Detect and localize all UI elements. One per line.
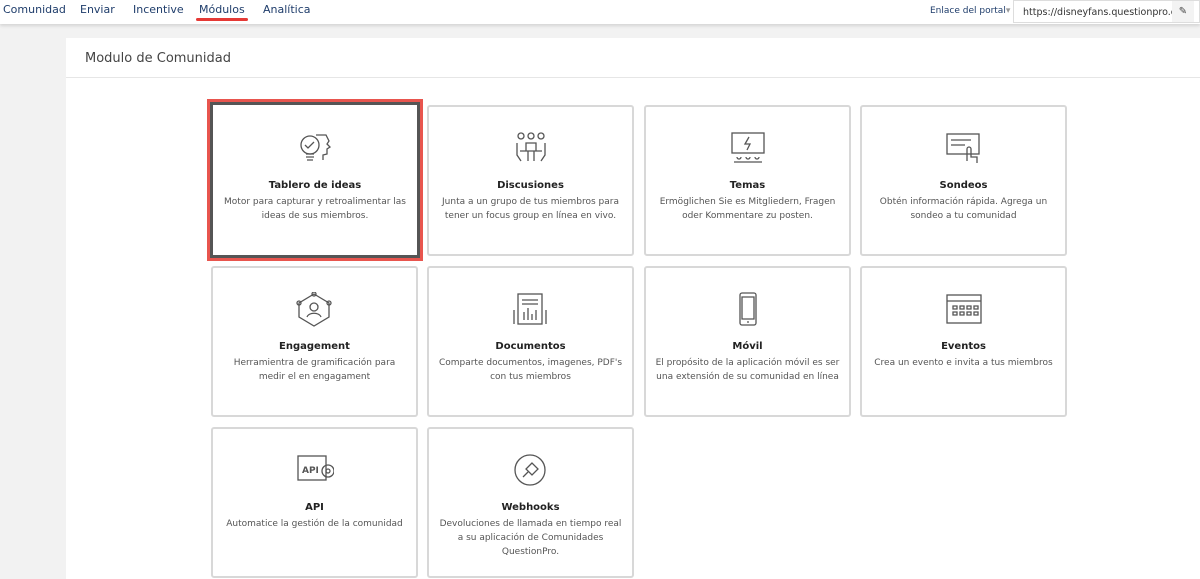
calendar-icon xyxy=(945,294,982,324)
module-card-sondeos[interactable]: Sondeos Obtén información rápida. Agrega… xyxy=(860,105,1067,256)
module-card-webhooks[interactable]: Webhooks Devoluciones de llamada en tiem… xyxy=(427,427,634,578)
nav-comunidad[interactable]: Comunidad xyxy=(3,3,66,16)
api-gear-icon: API xyxy=(296,455,334,481)
module-title: Temas xyxy=(729,180,766,191)
presentation-icon xyxy=(730,132,765,163)
nav-enviar[interactable]: Enviar xyxy=(80,3,115,16)
nav-incentive[interactable]: Incentive xyxy=(133,3,184,16)
module-description: Ermöglichen Sie es Mitgliedern, Fragen o… xyxy=(659,197,836,221)
module-title: Tablero de ideas xyxy=(268,180,362,191)
mobile-icon xyxy=(738,292,757,326)
module-description: Devoluciones de llamada en tiempo real a… xyxy=(439,519,622,557)
module-description: Obtén información rápida. Agrega un sond… xyxy=(879,197,1048,221)
module-card-discusiones[interactable]: Discusiones Junta a un grupo de tus miem… xyxy=(427,105,634,256)
portal-link-dropdown[interactable]: Enlace del portal▾ xyxy=(930,6,1010,16)
module-card-api[interactable]: API API Automatice la gestión de la comu… xyxy=(211,427,418,578)
chevron-down-icon: ▾ xyxy=(1005,6,1011,16)
module-card-engagement[interactable]: Engagement Herramientra de gramificación… xyxy=(211,266,418,417)
portal-url-field[interactable]: https://disneyfans.questionpro.com ✎ xyxy=(1013,0,1200,23)
divider xyxy=(66,77,1200,78)
module-title: Eventos xyxy=(941,341,986,352)
module-description: Automatice la gestión de la comunidad xyxy=(226,519,403,529)
nav-modulos[interactable]: Módulos xyxy=(196,3,248,21)
portal-label: Enlace del portal xyxy=(930,6,1006,16)
nav-analitica[interactable]: Analítica xyxy=(263,3,311,16)
page-title: Modulo de Comunidad xyxy=(85,51,231,66)
poll-click-icon xyxy=(945,133,980,163)
svg-text:API: API xyxy=(302,466,319,476)
module-title: Documentos xyxy=(495,341,566,352)
lightbulb-head-icon xyxy=(300,134,332,161)
module-title: Discusiones xyxy=(497,180,564,191)
meeting-icon xyxy=(515,132,546,162)
module-description: Motor para capturar y retroalimentar las… xyxy=(224,197,406,221)
module-title: Móvil xyxy=(732,341,763,352)
module-description: Comparte documentos, imagenes, PDF's con… xyxy=(438,358,623,382)
module-title: Sondeos xyxy=(939,180,988,191)
plug-icon xyxy=(513,454,546,486)
module-title: Webhooks xyxy=(501,502,560,513)
module-description: Crea un evento e invita a tus miembros xyxy=(874,358,1053,368)
network-user-icon xyxy=(295,292,332,327)
module-description: Junta a un grupo de tus miembros para te… xyxy=(442,197,619,221)
top-nav-bar: Comunidad Enviar Incentive Módulos Analí… xyxy=(0,0,1200,24)
module-description: Herramientra de gramificación para medir… xyxy=(233,358,396,382)
module-card-temas[interactable]: Temas Ermöglichen Sie es Mitgliedern, Fr… xyxy=(644,105,851,256)
module-title: Engagement xyxy=(279,341,350,352)
module-card-documentos[interactable]: Documentos Comparte documentos, imagenes… xyxy=(427,266,634,417)
module-card-eventos[interactable]: Eventos Crea un evento e invita a tus mi… xyxy=(860,266,1067,417)
module-title: API xyxy=(305,502,324,513)
module-description: El propósito de la aplicación móvil es s… xyxy=(655,358,840,382)
module-card-móvil[interactable]: Móvil El propósito de la aplicación móvi… xyxy=(644,266,851,417)
document-icon xyxy=(512,293,547,325)
portal-url: https://disneyfans.questionpro.com xyxy=(1023,7,1192,18)
pencil-icon[interactable]: ✎ xyxy=(1172,1,1194,22)
module-card-tablero-de-ideas[interactable]: Tablero de ideas Motor para capturar y r… xyxy=(207,99,423,261)
